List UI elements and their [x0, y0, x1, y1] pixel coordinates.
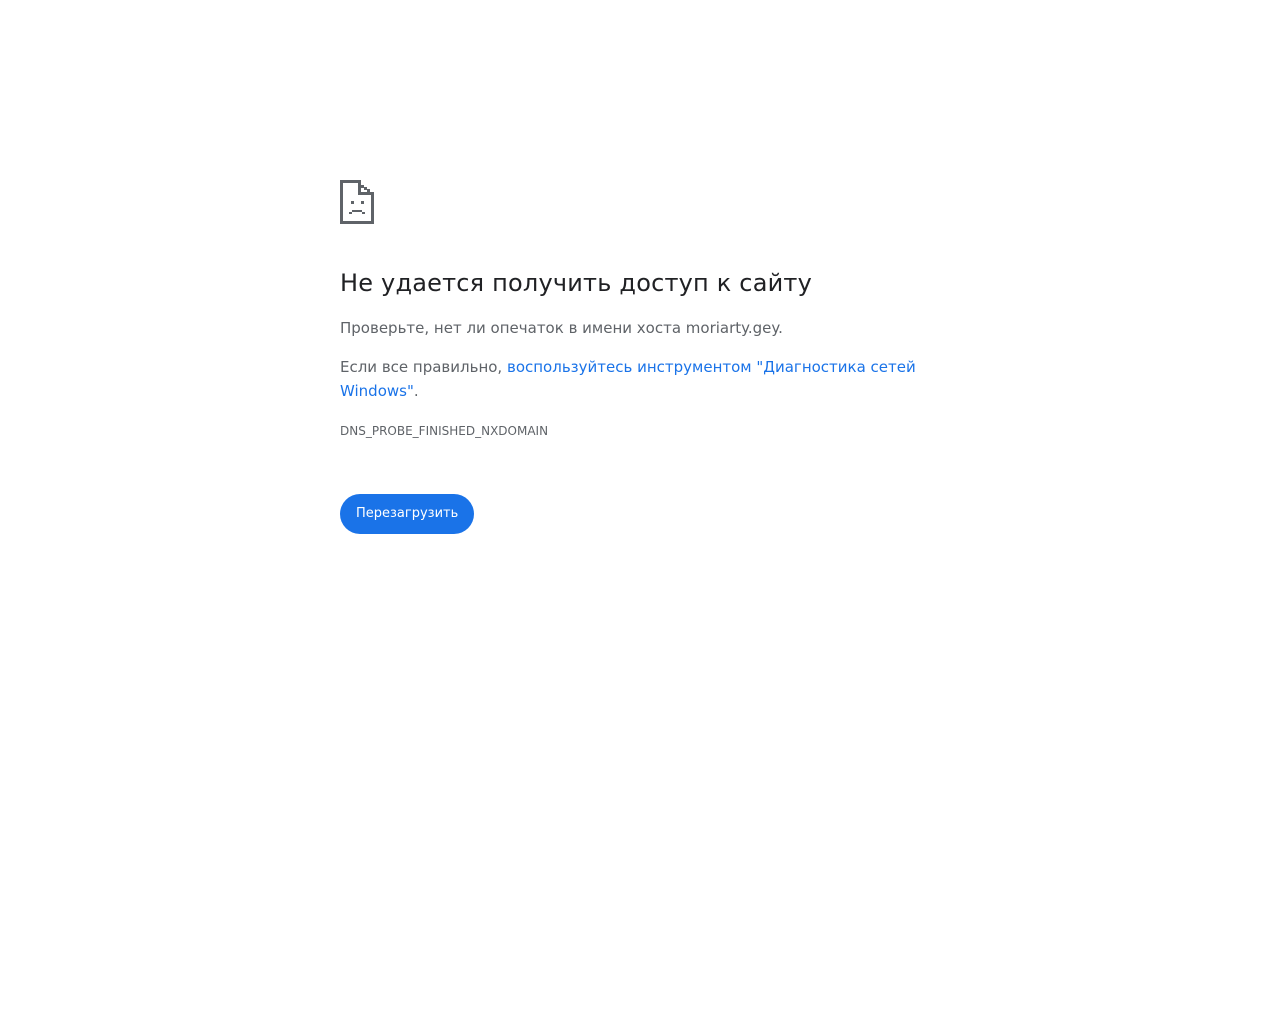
reload-button[interactable]: Перезагрузить	[340, 494, 475, 534]
suggestion-prefix: Если все правильно,	[340, 358, 507, 376]
error-page: Не удается получить доступ к сайту Прове…	[340, 180, 940, 534]
diagnostics-suggestion: Если все правильно, воспользуйтесь инстр…	[340, 355, 940, 403]
hostname-check-text: Проверьте, нет ли опечаток в имени хоста…	[340, 319, 783, 337]
error-code: DNS_PROBE_FINISHED_NXDOMAIN	[340, 424, 549, 438]
page-title: Не удается получить доступ к сайту	[340, 269, 812, 297]
suggestion-suffix: .	[413, 382, 419, 400]
sad-page-icon	[340, 180, 374, 224]
